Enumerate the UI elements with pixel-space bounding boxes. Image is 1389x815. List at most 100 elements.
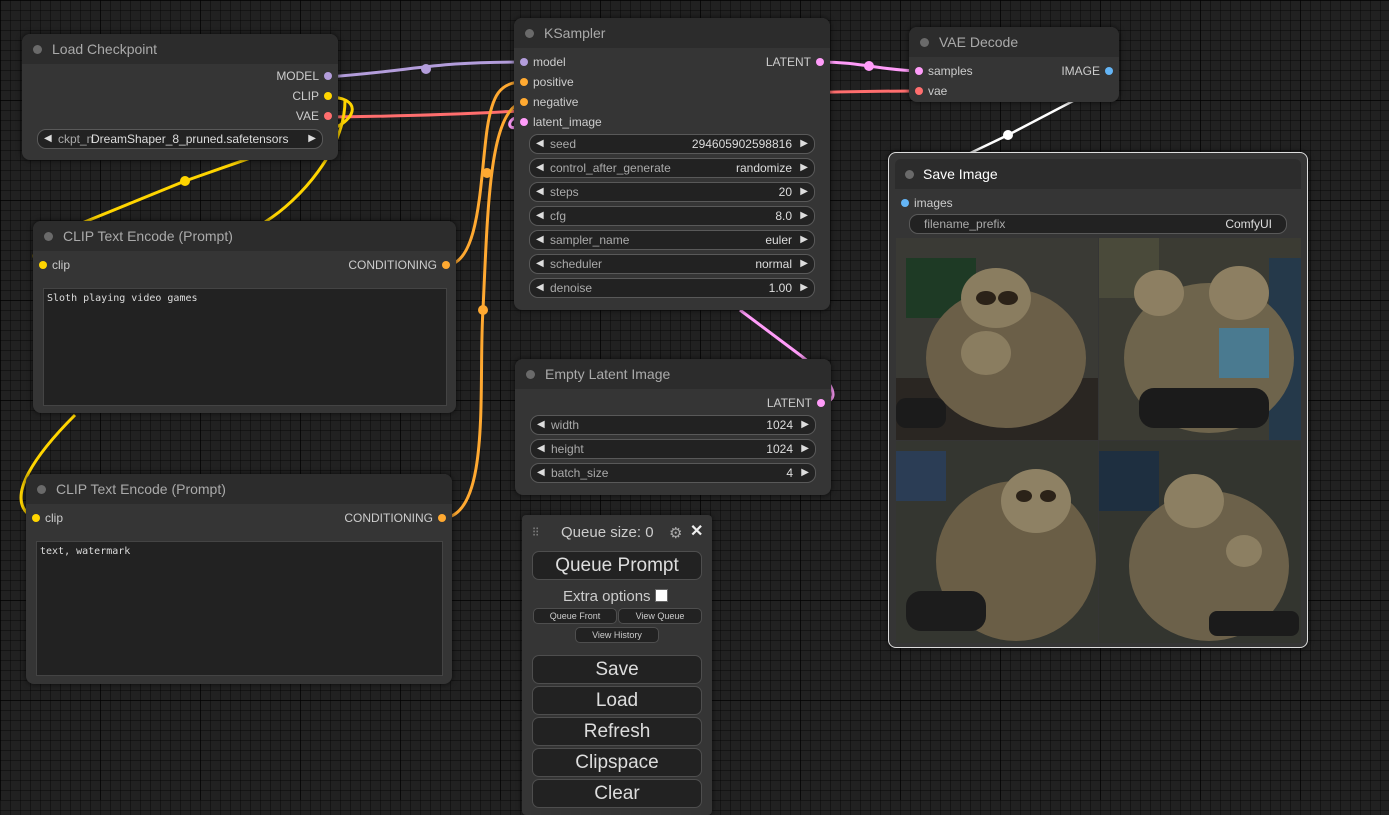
node-title[interactable]: CLIP Text Encode (Prompt) bbox=[33, 221, 456, 251]
vae-decode-node[interactable]: VAE Decode samples IMAGE vae bbox=[909, 27, 1119, 102]
load-button[interactable]: Load bbox=[532, 686, 702, 715]
samples-input-slot-icon[interactable] bbox=[915, 67, 923, 75]
seed-widget[interactable]: ◀ seed 294605902598816 ▶ bbox=[529, 134, 815, 154]
arrow-right-icon[interactable]: ▶ bbox=[308, 130, 316, 148]
clip-input[interactable]: clip CONDITIONING bbox=[26, 508, 452, 528]
latent-output-slot-icon[interactable] bbox=[817, 399, 825, 407]
empty-latent-image-node[interactable]: Empty Latent Image LATENT ◀ width 1024 ▶… bbox=[515, 359, 831, 495]
negative-input-slot-icon[interactable] bbox=[520, 98, 528, 106]
queue-panel[interactable]: ⁝⁝ Queue size: 0 ⚙ ✕ Queue Prompt Extra … bbox=[522, 515, 712, 815]
arrow-left-icon[interactable]: ◀ bbox=[44, 130, 52, 148]
node-title[interactable]: VAE Decode bbox=[909, 27, 1119, 57]
clear-button[interactable]: Clear bbox=[532, 779, 702, 808]
vae-input-slot-icon[interactable] bbox=[915, 87, 923, 95]
node-title[interactable]: CLIP Text Encode (Prompt) bbox=[26, 474, 452, 504]
close-icon[interactable]: ✕ bbox=[690, 521, 703, 541]
cfg-widget[interactable]: ◀ cfg 8.0 ▶ bbox=[529, 206, 815, 226]
input-samples[interactable]: samples IMAGE bbox=[909, 61, 1119, 81]
clip-input[interactable]: clip CONDITIONING bbox=[33, 255, 456, 275]
clip-text-encode-positive-node[interactable]: CLIP Text Encode (Prompt) clip CONDITION… bbox=[33, 221, 456, 413]
output-image[interactable] bbox=[896, 441, 1098, 643]
latent-output-slot-icon[interactable] bbox=[816, 58, 824, 66]
arrow-right-icon[interactable]: ▶ bbox=[800, 207, 808, 225]
arrow-right-icon[interactable]: ▶ bbox=[800, 135, 808, 153]
arrow-left-icon[interactable]: ◀ bbox=[536, 255, 544, 273]
collapse-dot-icon[interactable] bbox=[33, 45, 42, 54]
save-image-node[interactable]: Save Image images filename_prefix ComfyU… bbox=[888, 152, 1308, 648]
arrow-left-icon[interactable]: ◀ bbox=[537, 464, 545, 482]
collapse-dot-icon[interactable] bbox=[37, 485, 46, 494]
gear-icon[interactable]: ⚙ bbox=[669, 524, 682, 542]
latent-input-slot-icon[interactable] bbox=[520, 118, 528, 126]
clip-output-slot-icon[interactable] bbox=[324, 92, 332, 100]
clipspace-button[interactable]: Clipspace bbox=[532, 748, 702, 777]
view-history-button[interactable]: View History bbox=[575, 627, 659, 643]
denoise-widget[interactable]: ◀ denoise 1.00 ▶ bbox=[529, 278, 815, 298]
save-button[interactable]: Save bbox=[532, 655, 702, 684]
arrow-left-icon[interactable]: ◀ bbox=[536, 279, 544, 297]
node-title[interactable]: Save Image bbox=[895, 159, 1301, 189]
width-widget[interactable]: ◀ width 1024 ▶ bbox=[530, 415, 816, 435]
arrow-right-icon[interactable]: ▶ bbox=[800, 183, 808, 201]
refresh-button[interactable]: Refresh bbox=[532, 717, 702, 746]
collapse-dot-icon[interactable] bbox=[905, 170, 914, 179]
input-positive[interactable]: positive bbox=[514, 72, 830, 92]
conditioning-output-slot-icon[interactable] bbox=[442, 261, 450, 269]
collapse-dot-icon[interactable] bbox=[44, 232, 53, 241]
collapse-dot-icon[interactable] bbox=[526, 370, 535, 379]
model-input-slot-icon[interactable] bbox=[520, 58, 528, 66]
arrow-right-icon[interactable]: ▶ bbox=[801, 416, 809, 434]
clip-text-encode-negative-node[interactable]: CLIP Text Encode (Prompt) clip CONDITION… bbox=[26, 474, 452, 684]
output-clip[interactable]: CLIP bbox=[22, 86, 338, 106]
output-image[interactable] bbox=[1099, 441, 1301, 643]
input-vae[interactable]: vae bbox=[909, 81, 1119, 101]
node-title[interactable]: Load Checkpoint bbox=[22, 34, 338, 64]
load-checkpoint-node[interactable]: Load Checkpoint MODEL CLIP VAE ◀ ckpt_n … bbox=[22, 34, 338, 160]
clip-input-slot-icon[interactable] bbox=[32, 514, 40, 522]
vae-output-slot-icon[interactable] bbox=[324, 112, 332, 120]
arrow-left-icon[interactable]: ◀ bbox=[536, 231, 544, 249]
node-title[interactable]: Empty Latent Image bbox=[515, 359, 831, 389]
arrow-left-icon[interactable]: ◀ bbox=[536, 135, 544, 153]
queue-prompt-button[interactable]: Queue Prompt bbox=[532, 551, 702, 580]
arrow-left-icon[interactable]: ◀ bbox=[536, 207, 544, 225]
conditioning-output-slot-icon[interactable] bbox=[438, 514, 446, 522]
arrow-right-icon[interactable]: ▶ bbox=[801, 464, 809, 482]
collapse-dot-icon[interactable] bbox=[920, 38, 929, 47]
arrow-right-icon[interactable]: ▶ bbox=[800, 255, 808, 273]
model-output-slot-icon[interactable] bbox=[324, 72, 332, 80]
output-image[interactable] bbox=[896, 238, 1098, 440]
arrow-right-icon[interactable]: ▶ bbox=[800, 231, 808, 249]
filename-prefix-widget[interactable]: filename_prefix ComfyUI bbox=[909, 214, 1287, 234]
arrow-right-icon[interactable]: ▶ bbox=[800, 159, 808, 177]
queue-front-button[interactable]: Queue Front bbox=[533, 608, 617, 624]
sampler-name-widget[interactable]: ◀ sampler_name euler ▶ bbox=[529, 230, 815, 250]
image-output-slot-icon[interactable] bbox=[1105, 67, 1113, 75]
steps-widget[interactable]: ◀ steps 20 ▶ bbox=[529, 182, 815, 202]
clip-input-slot-icon[interactable] bbox=[39, 261, 47, 269]
scheduler-widget[interactable]: ◀ scheduler normal ▶ bbox=[529, 254, 815, 274]
output-latent[interactable]: LATENT bbox=[515, 393, 831, 413]
view-queue-button[interactable]: View Queue bbox=[618, 608, 702, 624]
arrow-left-icon[interactable]: ◀ bbox=[537, 440, 545, 458]
height-widget[interactable]: ◀ height 1024 ▶ bbox=[530, 439, 816, 459]
node-title[interactable]: KSampler bbox=[514, 18, 830, 48]
arrow-left-icon[interactable]: ◀ bbox=[536, 159, 544, 177]
arrow-right-icon[interactable]: ▶ bbox=[800, 279, 808, 297]
output-vae[interactable]: VAE bbox=[22, 106, 338, 126]
collapse-dot-icon[interactable] bbox=[525, 29, 534, 38]
arrow-left-icon[interactable]: ◀ bbox=[537, 416, 545, 434]
input-latent-image[interactable]: latent_image bbox=[514, 112, 830, 132]
positive-input-slot-icon[interactable] bbox=[520, 78, 528, 86]
arrow-right-icon[interactable]: ▶ bbox=[801, 440, 809, 458]
control-after-generate-widget[interactable]: ◀ control_after_generate randomize ▶ bbox=[529, 158, 815, 178]
extra-options-checkbox[interactable] bbox=[655, 589, 668, 602]
arrow-left-icon[interactable]: ◀ bbox=[536, 183, 544, 201]
prompt-textarea[interactable]: Sloth playing video games bbox=[43, 288, 447, 406]
input-images[interactable]: images bbox=[895, 193, 1301, 213]
images-input-slot-icon[interactable] bbox=[901, 199, 909, 207]
drag-handle-icon[interactable]: ⁝⁝ bbox=[532, 524, 539, 540]
output-image[interactable] bbox=[1099, 238, 1301, 440]
ckpt-name-combo[interactable]: ◀ ckpt_n DreamShaper_8_pruned.safetensor… bbox=[37, 129, 323, 149]
prompt-textarea[interactable]: text, watermark bbox=[36, 541, 443, 676]
